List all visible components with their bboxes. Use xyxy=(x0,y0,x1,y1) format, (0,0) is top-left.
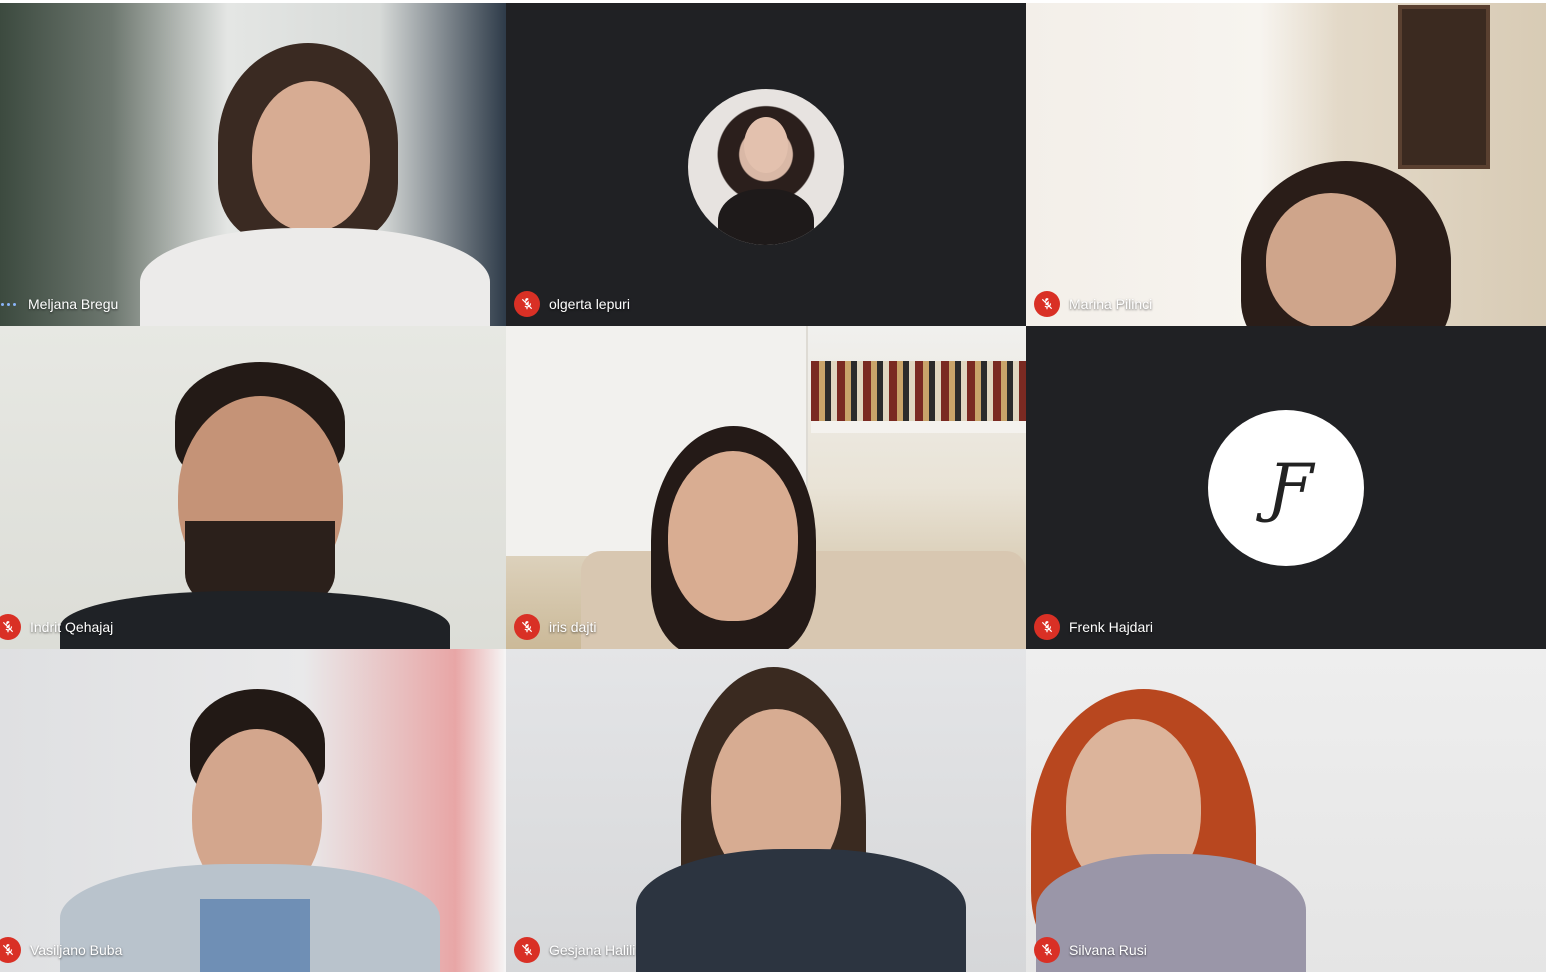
participant-name: Vasiljano Buba xyxy=(30,942,123,958)
name-bar: iris dajti xyxy=(506,613,596,641)
participant-avatar: Ƒ xyxy=(1208,409,1364,566)
participant-video xyxy=(0,3,506,326)
participant-video xyxy=(506,326,1026,649)
mic-off-icon xyxy=(1034,614,1060,640)
mic-off-icon xyxy=(514,937,540,963)
name-bar: Indrit Qehajaj xyxy=(0,613,113,641)
name-bar: Marina Pilinci xyxy=(1026,290,1152,318)
participant-video xyxy=(506,649,1026,972)
name-bar: Vasiljano Buba xyxy=(0,936,122,964)
participant-name: Meljana Bregu xyxy=(28,296,119,312)
mic-off-icon xyxy=(514,614,540,640)
participant-tile-marina-pilinci[interactable]: Marina Pilinci xyxy=(1026,3,1546,326)
name-bar: Silvana Rusi xyxy=(1026,936,1147,964)
participant-grid: Meljana Bregu olgerta lepuri Marina Pili… xyxy=(0,3,1546,972)
participant-body xyxy=(636,849,966,972)
participant-body xyxy=(60,591,450,649)
participant-tile-meljana-bregu[interactable]: Meljana Bregu xyxy=(0,3,506,326)
wall-painting xyxy=(1398,5,1490,169)
participant-name: Frenk Hajdari xyxy=(1069,619,1154,635)
name-bar: Frenk Hajdari xyxy=(1026,613,1153,641)
participant-name: Silvana Rusi xyxy=(1069,942,1147,958)
participant-video xyxy=(1026,3,1546,326)
mic-off-icon xyxy=(1034,937,1060,963)
participant-name: Marina Pilinci xyxy=(1069,296,1153,312)
participant-tile-silvana-rusi[interactable]: Silvana Rusi xyxy=(1026,649,1546,972)
bookshelf-books xyxy=(811,361,1026,421)
participant-tile-frenk-hajdari[interactable]: Ƒ Frenk Hajdari xyxy=(1026,326,1546,649)
participant-body xyxy=(140,228,490,326)
speaking-indicator-icon xyxy=(1,302,19,306)
name-bar: Meljana Bregu xyxy=(0,290,118,318)
participant-video xyxy=(0,649,506,972)
mic-off-icon xyxy=(1034,291,1060,317)
participant-face xyxy=(252,81,370,231)
participant-tile-indrit-qehajaj[interactable]: Indrit Qehajaj xyxy=(0,326,506,649)
participant-face xyxy=(668,451,798,621)
participant-video xyxy=(0,326,506,649)
participant-name: iris dajti xyxy=(549,619,597,635)
participant-avatar xyxy=(688,88,844,245)
mic-off-icon xyxy=(0,614,21,640)
bookshelf xyxy=(811,421,1026,433)
participant-video xyxy=(1026,649,1546,972)
mic-off-icon xyxy=(0,937,21,963)
name-bar: olgerta lepuri xyxy=(506,290,630,318)
participant-name: Gesjana Halili xyxy=(549,942,636,958)
participant-name: Indrit Qehajaj xyxy=(30,619,114,635)
participant-name: olgerta lepuri xyxy=(549,296,630,312)
participant-shirt xyxy=(200,899,310,972)
mic-off-icon xyxy=(514,291,540,317)
participant-tile-olgerta-lepuri[interactable]: olgerta lepuri xyxy=(506,3,1026,326)
participant-tile-gesjana-halili[interactable]: Gesjana Halili xyxy=(506,649,1026,972)
avatar-monogram: Ƒ xyxy=(1267,450,1312,525)
participant-tile-vasiljano-buba[interactable]: Vasiljano Buba xyxy=(0,649,506,972)
participant-face xyxy=(1266,193,1396,326)
name-bar: Gesjana Halili xyxy=(506,936,635,964)
participant-tile-iris-dajti[interactable]: iris dajti xyxy=(506,326,1026,649)
